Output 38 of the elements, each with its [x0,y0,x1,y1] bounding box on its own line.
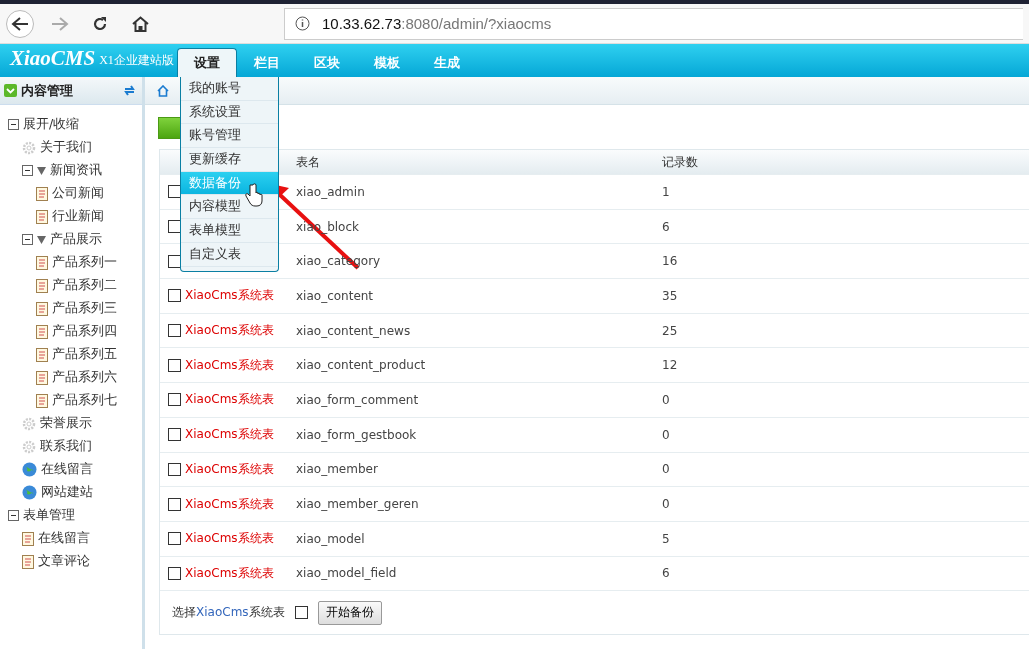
table-cell-text: 5 [662,531,671,546]
table-cell-text: xiao_form_gestbook [296,427,418,442]
table-cell-text: xiao_model [296,531,366,546]
logo: XiaoCMS [8,46,97,72]
table-cell: XiaoCms系统表 [185,323,274,338]
edition-label: X1企业建站版 [99,52,175,69]
url-text: 10.33.62.73:8080/admin/?xiaocms [322,15,552,32]
table-cell-text: 0 [662,427,671,442]
table-cell-text: xiao_form_comment [296,392,420,407]
table-cell-text: xiao_content [296,288,375,303]
table-cell-text: 35 [662,288,679,303]
table-cell: XiaoCms系统表 [185,531,274,546]
table-cell-text: xiao_member_geren [296,497,420,512]
table-cell-text: xiao_model_field [296,566,398,581]
table-cell: XiaoCms系统表 [185,392,274,407]
table-cell-text: xiao_member [296,462,379,477]
table-cell-text: 1 [662,184,671,199]
table-cell-text: 6 [662,566,671,581]
table-cell-text: 25 [662,323,679,338]
table-cell: XiaoCms系统表 [185,357,274,372]
table-cell-text: 0 [662,462,671,477]
table-cell-text: 16 [662,254,679,269]
table-cell-text: xiao_content_product [296,358,427,373]
column-header: 记录数 [662,153,699,171]
table-cell: XiaoCms系统表 [185,565,274,580]
table-cell: XiaoCms系统表 [185,461,274,476]
table-cell-text: 0 [662,392,671,407]
table-cell-text: xiao_content_news [296,323,412,338]
select-label: 选择XiaoCms系统表 [172,604,285,622]
table-cell-text: 6 [662,219,671,234]
table-cell-text: xiao_admin [296,184,366,199]
table-cell: XiaoCms系统表 [185,427,274,442]
table-cell-text: 0 [662,497,671,512]
table-cell: XiaoCms系统表 [185,288,274,303]
table-cell-text: 12 [662,358,679,373]
column-header: 表名 [296,153,321,171]
sidebar-title: 内容管理 [21,81,74,100]
table-cell: XiaoCms系统表 [185,496,274,511]
